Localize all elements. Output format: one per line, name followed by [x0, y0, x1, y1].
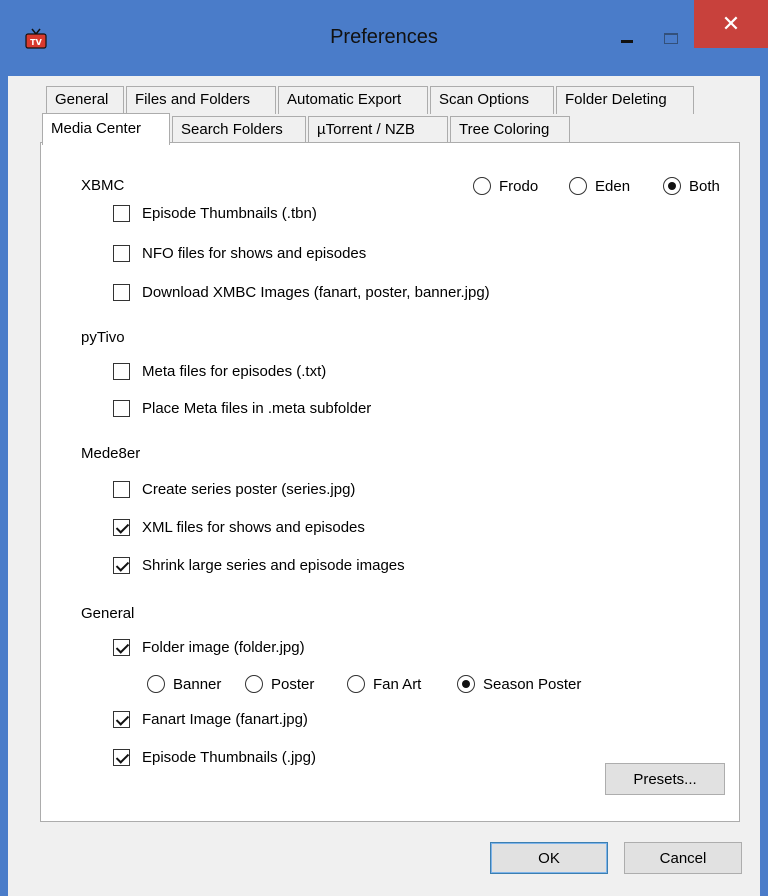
radio-both-circle[interactable] — [663, 177, 681, 195]
tab-scan-options[interactable]: Scan Options — [430, 86, 554, 114]
checkbox-fanart-image[interactable]: Fanart Image (fanart.jpg) — [113, 711, 308, 728]
radio-fan-art[interactable]: Fan Art — [347, 675, 421, 693]
presets-button[interactable]: Presets... — [605, 763, 725, 795]
close-icon: ✕ — [721, 11, 741, 37]
checkbox-meta-files[interactable]: Meta files for episodes (.txt) — [113, 363, 326, 380]
radio-eden-circle[interactable] — [569, 177, 587, 195]
checkbox-shrink-images[interactable]: Shrink large series and episode images — [113, 557, 405, 574]
checkbox-box[interactable] — [113, 400, 130, 417]
tab-tree-coloring[interactable]: Tree Coloring — [450, 116, 570, 144]
tab-media-center[interactable]: Media Center — [42, 113, 170, 145]
checkbox-label: XML files for shows and episodes — [142, 519, 365, 536]
checkbox-label: Meta files for episodes (.txt) — [142, 363, 327, 380]
radio-banner[interactable]: Banner — [147, 675, 221, 693]
minimize-icon — [621, 39, 633, 43]
radio-poster-label: Poster — [271, 675, 315, 693]
tab-general[interactable]: General — [46, 86, 124, 114]
ok-button[interactable]: OK — [490, 842, 608, 874]
title-bar: TV Preferences ✕ — [0, 0, 768, 76]
checkbox-box[interactable] — [113, 245, 130, 262]
checkbox-box[interactable] — [113, 711, 130, 728]
tab-search-folders[interactable]: Search Folders — [172, 116, 306, 144]
tab-folder-deleting[interactable]: Folder Deleting — [556, 86, 694, 114]
radio-eden[interactable]: Eden — [569, 177, 630, 195]
checkbox-box[interactable] — [113, 639, 130, 656]
radio-frodo-label: Frodo — [499, 177, 539, 195]
radio-both[interactable]: Both — [663, 177, 720, 195]
checkbox-xml-files[interactable]: XML files for shows and episodes — [113, 519, 365, 536]
maximize-icon — [664, 32, 678, 44]
checkbox-label: Episode Thumbnails (.jpg) — [142, 749, 316, 766]
checkbox-box[interactable] — [113, 205, 130, 222]
cancel-button[interactable]: Cancel — [624, 842, 742, 874]
radio-fan-art-circle[interactable] — [347, 675, 365, 693]
window-border-left — [0, 76, 8, 896]
radio-banner-circle[interactable] — [147, 675, 165, 693]
checkbox-label: Folder image (folder.jpg) — [142, 639, 305, 656]
mede8er-label: Mede8er — [81, 445, 141, 462]
checkbox-label: Shrink large series and episode images — [142, 557, 405, 574]
general-label: General — [81, 605, 135, 622]
checkbox-box[interactable] — [113, 363, 130, 380]
radio-banner-label: Banner — [173, 675, 222, 693]
radio-both-label: Both — [689, 177, 720, 195]
checkbox-meta-subfolder[interactable]: Place Meta files in .meta subfolder — [113, 400, 371, 417]
checkbox-nfo-files[interactable]: NFO files for shows and episodes — [113, 245, 366, 262]
checkbox-label: NFO files for shows and episodes — [142, 245, 367, 262]
window-border-right — [760, 76, 768, 896]
radio-poster[interactable]: Poster — [245, 675, 314, 693]
radio-fan-art-label: Fan Art — [373, 675, 422, 693]
tab-automatic-export[interactable]: Automatic Export — [278, 86, 428, 114]
checkbox-label: Fanart Image (fanart.jpg) — [142, 711, 308, 728]
radio-frodo-circle[interactable] — [473, 177, 491, 195]
tab-files-and-folders[interactable]: Files and Folders — [126, 86, 276, 114]
checkbox-xbmc-episode-thumbnails[interactable]: Episode Thumbnails (.tbn) — [113, 205, 317, 222]
close-button[interactable]: ✕ — [694, 0, 768, 48]
checkbox-box[interactable] — [113, 519, 130, 536]
radio-season-poster-label: Season Poster — [483, 675, 582, 693]
xbmc-label: XBMC — [81, 177, 125, 194]
radio-season-poster-circle[interactable] — [457, 675, 475, 693]
media-center-panel: XBMC Frodo Eden Both Episode Thumbnails … — [40, 142, 740, 822]
radio-poster-circle[interactable] — [245, 675, 263, 693]
minimize-button[interactable] — [606, 20, 648, 56]
checkbox-label: Place Meta files in .meta subfolder — [142, 400, 372, 417]
checkbox-create-series-poster[interactable]: Create series poster (series.jpg) — [113, 481, 355, 498]
checkbox-episode-thumbnails-jpg[interactable]: Episode Thumbnails (.jpg) — [113, 749, 316, 766]
pytivo-label: pyTivo — [81, 329, 125, 346]
maximize-button[interactable] — [650, 20, 692, 56]
radio-season-poster[interactable]: Season Poster — [457, 675, 581, 693]
checkbox-box[interactable] — [113, 749, 130, 766]
checkbox-download-xmbc-images[interactable]: Download XMBC Images (fanart, poster, ba… — [113, 284, 490, 301]
radio-eden-label: Eden — [595, 177, 631, 195]
checkbox-folder-image[interactable]: Folder image (folder.jpg) — [113, 639, 305, 656]
radio-frodo[interactable]: Frodo — [473, 177, 538, 195]
checkbox-label: Download XMBC Images (fanart, poster, ba… — [142, 284, 490, 301]
checkbox-box[interactable] — [113, 557, 130, 574]
checkbox-label: Create series poster (series.jpg) — [142, 481, 356, 498]
checkbox-box[interactable] — [113, 284, 130, 301]
checkbox-label: Episode Thumbnails (.tbn) — [142, 205, 317, 222]
checkbox-box[interactable] — [113, 481, 130, 498]
tab-utorrent-nzb[interactable]: µTorrent / NZB — [308, 116, 448, 144]
